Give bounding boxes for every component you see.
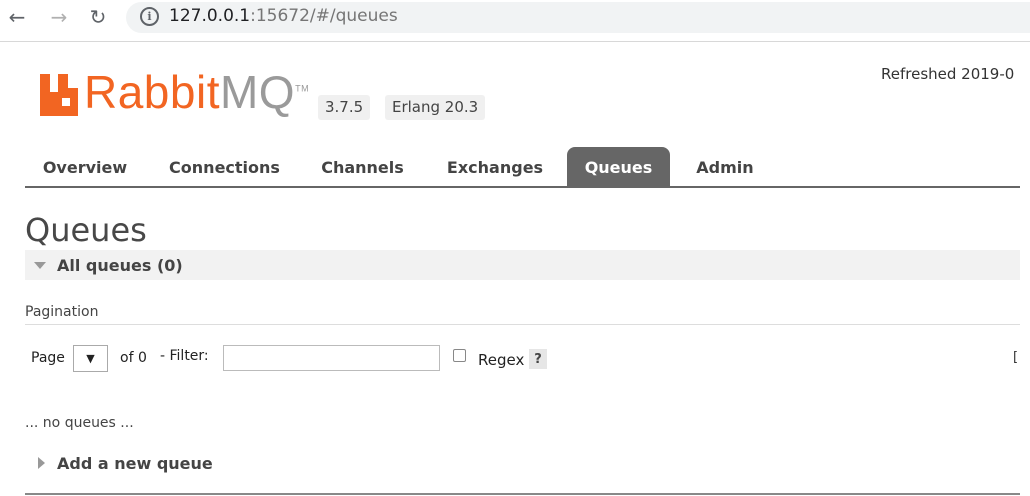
tab-exchanges[interactable]: Exchanges xyxy=(435,147,555,186)
collapse-triangle-icon xyxy=(34,262,46,269)
forward-arrow-icon[interactable]: → xyxy=(47,5,71,29)
add-new-queue-toggle[interactable]: Add a new queue xyxy=(25,453,325,475)
add-queue-label: Add a new queue xyxy=(57,454,213,473)
url-path: :15672/#/queues xyxy=(250,6,398,26)
logo-tm-text: TM xyxy=(295,83,310,94)
refreshed-timestamp[interactable]: Refreshed 2019-0 xyxy=(881,65,1014,83)
logo-rabbit-text: Rabbit xyxy=(84,66,220,118)
page-title: Queues xyxy=(25,211,147,249)
rabbitmq-logo-mark-icon xyxy=(40,74,78,116)
filter-input[interactable] xyxy=(223,345,440,371)
pagination-divider xyxy=(25,324,1020,325)
empty-state-text: ... no queues ... xyxy=(25,415,134,431)
back-arrow-icon[interactable]: ← xyxy=(5,5,29,29)
info-icon[interactable]: i xyxy=(140,7,159,26)
regex-label: Regex xyxy=(478,351,525,369)
tab-queues[interactable]: Queues xyxy=(567,147,670,186)
expand-triangle-icon xyxy=(38,457,45,469)
page-label: Page xyxy=(31,350,65,366)
erlang-version-badge: Erlang 20.3 xyxy=(385,95,486,120)
all-queues-section-header[interactable]: All queues (0) xyxy=(25,250,1020,280)
section-title: All queues (0) xyxy=(57,256,183,275)
tab-admin[interactable]: Admin xyxy=(685,147,765,186)
tab-overview[interactable]: Overview xyxy=(25,147,145,186)
page-count-label: of 0 xyxy=(120,350,147,366)
help-button[interactable]: ? xyxy=(529,349,547,369)
logo-wordmark: RabbitMQTM xyxy=(84,65,309,119)
browser-divider xyxy=(0,41,1030,42)
filter-label: - Filter: xyxy=(160,348,209,364)
tabs-underline xyxy=(25,186,1020,188)
cut-off-text: [ xyxy=(1013,350,1019,365)
url-text[interactable]: 127.0.0.1:15672/#/queues xyxy=(169,6,398,26)
pagination-label: Pagination xyxy=(25,304,99,320)
tab-connections[interactable]: Connections xyxy=(157,147,292,186)
url-host: 127.0.0.1 xyxy=(169,6,251,26)
section-divider xyxy=(25,493,1020,495)
pagination-controls: Page ▼ of 0 - Filter: Regex ? [ xyxy=(25,344,1020,374)
reload-icon[interactable]: ↻ xyxy=(86,5,110,29)
main-nav-tabs: Overview Connections Channels Exchanges … xyxy=(25,147,1020,186)
page-select[interactable]: ▼ xyxy=(73,345,108,372)
version-badge: 3.7.5 xyxy=(318,95,371,120)
tab-channels[interactable]: Channels xyxy=(310,147,415,186)
browser-toolbar: ← → ↻ i 127.0.0.1:15672/#/queues xyxy=(0,0,1030,36)
logo-mq-text: MQ xyxy=(219,66,296,118)
regex-checkbox[interactable] xyxy=(453,349,466,362)
